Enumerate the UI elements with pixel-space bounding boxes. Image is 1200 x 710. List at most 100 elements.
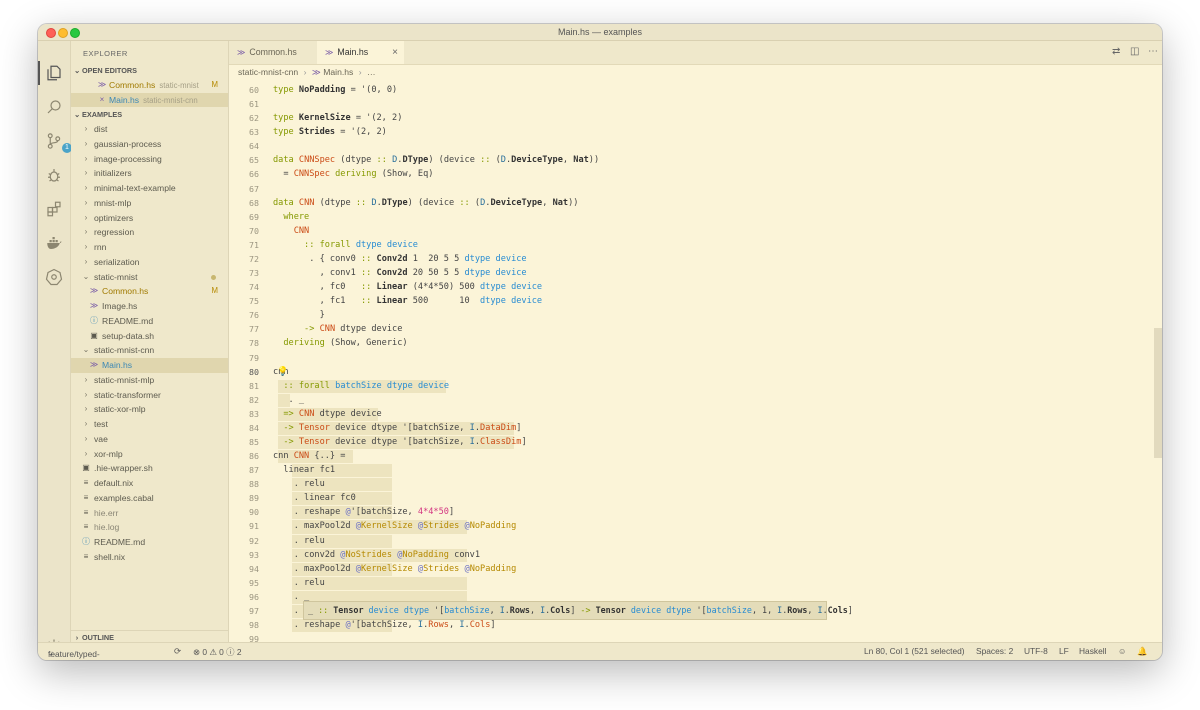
code-line[interactable]: , fc0 :: Linear (4*4*50) 500 dtype devic… <box>273 280 543 294</box>
close-window-button[interactable] <box>46 28 56 38</box>
code-line[interactable]: data CNN (dtype :: D.DType) (device :: (… <box>273 196 578 210</box>
tree-folder[interactable]: › optimizers <box>71 211 228 226</box>
cursor-position[interactable]: Ln 80, Col 1 (521 selected) <box>864 646 965 656</box>
search-icon[interactable] <box>44 97 64 117</box>
zoom-window-button[interactable] <box>70 28 80 38</box>
breadcrumb-folder[interactable]: static-mnist-cnn <box>238 67 298 77</box>
tree-folder[interactable]: › minimal-text-example <box>71 181 228 196</box>
lightbulb-icon[interactable]: 💡 <box>277 366 288 377</box>
code-line[interactable]: where <box>273 210 309 224</box>
scrollbar-thumb[interactable] <box>1154 328 1162 458</box>
code-line[interactable]: } <box>273 308 325 322</box>
code-line[interactable]: linear fc1 <box>273 463 335 477</box>
compare-changes-icon[interactable]: ⇄ <box>1112 46 1120 57</box>
code-line[interactable]: :: forall batchSize dtype device <box>273 379 449 393</box>
explorer-icon[interactable] <box>44 63 64 83</box>
tree-file[interactable]: ≫ Image.hs <box>71 299 228 314</box>
code-line[interactable]: . { conv0 :: Conv2d 1 20 5 5 dtype devic… <box>273 252 526 266</box>
indentation-status[interactable]: Spaces: 2 <box>976 646 1013 656</box>
open-editor-item[interactable]: × Main.hs static-mnist-cnn <box>71 92 228 108</box>
code-line[interactable]: -> Tensor device dtype '[batchSize, I.Cl… <box>273 435 526 449</box>
code-line[interactable]: . reshape @'[batchSize, 4*4*50] <box>273 505 454 519</box>
code-line[interactable]: . relu <box>273 534 325 548</box>
docker-icon[interactable] <box>44 233 64 253</box>
tree-file[interactable]: ≡ hie.log <box>71 520 228 535</box>
chevron-right-icon: › <box>84 197 88 207</box>
source-control-icon[interactable]: 1 <box>44 131 72 153</box>
minimize-window-button[interactable] <box>58 28 68 38</box>
notifications-bell-icon[interactable]: 🔔 <box>1137 646 1147 657</box>
breadcrumb-symbol[interactable]: … <box>367 67 376 77</box>
code-line[interactable]: , conv1 :: Conv2d 20 50 5 5 dtype device <box>273 266 527 280</box>
tree-folder[interactable]: › xor-mlp <box>71 447 228 462</box>
tree-folder[interactable]: › dist <box>71 122 228 137</box>
tree-folder[interactable]: › mnist-mlp <box>71 196 228 211</box>
code-line[interactable]: type NoPadding = '(0, 0) <box>273 83 397 97</box>
code-line[interactable]: . maxPool2d @KernelSize @Strides @NoPadd… <box>273 562 517 576</box>
code-line[interactable]: -> Tensor device dtype '[batchSize, I.Da… <box>273 421 521 435</box>
code-line[interactable]: . maxPool2d @KernelSize @Strides @NoPadd… <box>273 519 517 533</box>
code-line[interactable]: . relu <box>273 477 325 491</box>
close-tab-icon[interactable]: × <box>392 41 398 64</box>
vertical-scrollbar[interactable] <box>1154 83 1162 651</box>
split-editor-icon[interactable]: ◫ <box>1130 46 1139 57</box>
language-status[interactable]: Haskell <box>1079 646 1106 656</box>
debug-icon[interactable] <box>44 165 64 185</box>
open-editors-header[interactable]: ⌄ OPEN EDITORS <box>71 64 228 77</box>
code-line[interactable]: = CNNSpec deriving (Show, Eq) <box>273 167 433 181</box>
tree-folder[interactable]: ⌄ static-mnist-cnn <box>71 343 228 358</box>
code-line[interactable]: . _ <box>273 393 305 407</box>
tree-file[interactable]: ⓘ README.md <box>71 314 228 329</box>
tree-file[interactable]: ≡ default.nix <box>71 476 228 491</box>
tree-file[interactable]: ≡ shell.nix <box>71 550 228 565</box>
code-line[interactable]: cnn CNN {..} = <box>273 449 345 463</box>
tree-file[interactable]: ≡ hie.err <box>71 506 228 521</box>
close-editor-icon[interactable]: × <box>97 93 107 108</box>
tree-file[interactable]: ⓘ README.md <box>71 535 228 550</box>
code-line[interactable]: type Strides = '(2, 2) <box>273 125 387 139</box>
tree-folder[interactable]: ⌄ static-mnist <box>71 270 228 285</box>
code-line[interactable]: , fc1 :: Linear 500 10 dtype device <box>273 294 543 308</box>
tree-folder[interactable]: › vae <box>71 432 228 447</box>
open-editor-item[interactable]: ≫ Common.hs static-mnist M <box>71 78 228 93</box>
eol-status[interactable]: LF <box>1059 646 1069 656</box>
tree-file[interactable]: ▣ .hie-wrapper.sh <box>71 461 228 476</box>
tree-folder[interactable]: › static-xor-mlp <box>71 402 228 417</box>
tree-folder[interactable]: › initializers <box>71 166 228 181</box>
tree-folder[interactable]: › image-processing <box>71 152 228 167</box>
more-actions-icon[interactable]: ⋯ <box>1148 46 1158 57</box>
tree-file[interactable]: ≡ examples.cabal <box>71 491 228 506</box>
tree-folder[interactable]: › test <box>71 417 228 432</box>
tree-item-label: initializers <box>94 168 132 179</box>
tree-folder[interactable]: › regression <box>71 225 228 240</box>
code-line[interactable]: . reshape @'[batchSize, I.Rows, I.Cols] <box>273 618 496 632</box>
tree-folder[interactable]: › static-mnist-mlp <box>71 373 228 388</box>
kubernetes-icon[interactable] <box>44 267 64 287</box>
extensions-icon[interactable] <box>44 199 64 219</box>
code-line[interactable]: . linear fc0 <box>273 491 356 505</box>
code-line[interactable]: => CNN dtype device <box>273 407 381 421</box>
code-line[interactable]: -> CNN dtype device <box>273 322 402 336</box>
code-line[interactable]: . conv2d @NoStrides @NoPadding conv1 <box>273 548 480 562</box>
code-line[interactable]: type KernelSize = '(2, 2) <box>273 111 402 125</box>
encoding-status[interactable]: UTF-8 <box>1024 646 1048 656</box>
tree-file[interactable]: ▣ setup-data.sh <box>71 329 228 344</box>
tree-folder[interactable]: › serialization <box>71 255 228 270</box>
breadcrumb-file[interactable]: Main.hs <box>323 67 353 77</box>
code-line[interactable]: deriving (Show, Generic) <box>273 336 407 350</box>
tree-folder[interactable]: › gaussian-process <box>71 137 228 152</box>
tree-folder[interactable]: › rnn <box>71 240 228 255</box>
tree-file[interactable]: ≫ Common.hs M <box>71 284 228 299</box>
feedback-icon[interactable]: ☺ <box>1118 646 1127 656</box>
tab-common-hs[interactable]: ≫ Common.hs <box>229 41 319 64</box>
problems-status[interactable]: ⊗ 0 ⚠ 0 ⓘ 2 <box>193 646 242 658</box>
code-line[interactable]: data CNNSpec (dtype :: D.DType) (device … <box>273 153 599 167</box>
tab-main-hs[interactable]: ≫ Main.hs × <box>317 41 404 64</box>
code-line[interactable]: :: forall dtype device <box>273 238 418 252</box>
tree-file[interactable]: ≫ Main.hs <box>71 358 228 373</box>
code-line[interactable]: CNN <box>273 224 310 238</box>
code-line[interactable]: . relu <box>273 576 325 590</box>
sync-icon[interactable]: ⟳ <box>174 646 181 656</box>
tree-folder[interactable]: › static-transformer <box>71 388 228 403</box>
examples-header[interactable]: ⌄ EXAMPLES <box>71 108 228 121</box>
